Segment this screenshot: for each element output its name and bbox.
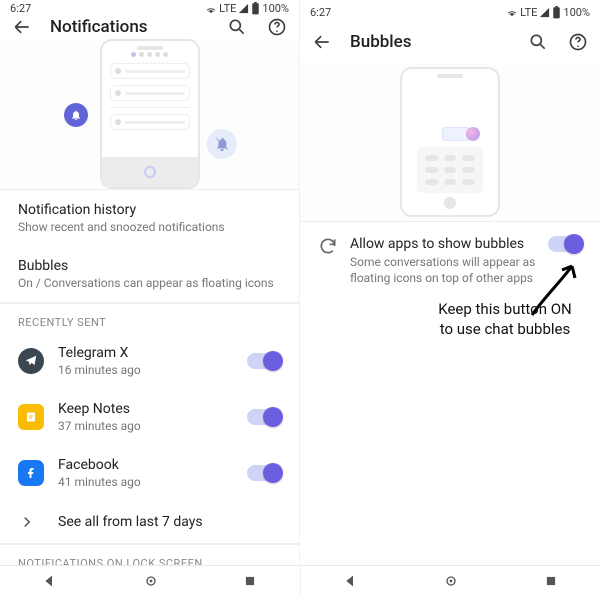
app-name: Telegram X — [58, 345, 233, 361]
facebook-icon — [18, 460, 44, 486]
network-label: LTE — [520, 6, 537, 19]
help-icon[interactable] — [566, 30, 590, 54]
chevron-right-icon — [18, 513, 44, 531]
app-row-keep[interactable]: Keep Notes 37 minutes ago — [0, 389, 299, 445]
clock: 6:27 — [310, 6, 331, 19]
hero-illustration — [300, 62, 600, 222]
battery-icon — [552, 6, 561, 19]
allow-bubbles-toggle[interactable] — [548, 236, 582, 252]
notification-history-item[interactable]: Notification history Show recent and sno… — [0, 190, 299, 246]
item-label: Bubbles — [18, 258, 281, 274]
status-bar: 6:27 LTE 100% — [0, 0, 299, 15]
hotspot-icon — [205, 3, 217, 15]
bubbles-item[interactable]: Bubbles On / Conversations can appear as… — [0, 246, 299, 302]
page-title: Bubbles — [350, 32, 510, 52]
signal-icon — [539, 7, 550, 18]
allow-sub: Some conversations will appear as floati… — [350, 254, 536, 286]
app-name: Facebook — [58, 457, 233, 473]
app-toggle[interactable] — [247, 465, 281, 481]
app-row-telegram[interactable]: Telegram X 16 minutes ago — [0, 333, 299, 389]
item-sub: Show recent and snoozed notifications — [18, 220, 281, 234]
back-icon[interactable] — [310, 30, 334, 54]
nav-bar — [0, 565, 301, 596]
bubbles-screen: 6:27 LTE 100% Bubbles — [300, 0, 600, 565]
hotspot-icon — [506, 6, 518, 18]
app-name: Keep Notes — [58, 401, 233, 417]
annotation-text: Keep this button ON to use chat bubbles — [420, 300, 590, 339]
app-toggle[interactable] — [247, 409, 281, 425]
nav-back-icon[interactable] — [343, 573, 359, 589]
recently-sent-header: Recently sent — [0, 304, 299, 333]
allow-label: Allow apps to show bubbles — [350, 236, 536, 252]
app-row-facebook[interactable]: Facebook 41 minutes ago — [0, 445, 299, 501]
network-label: LTE — [219, 2, 236, 15]
battery-label: 100% — [262, 2, 289, 15]
bell-off-badge-icon — [207, 129, 237, 159]
search-icon[interactable] — [225, 15, 249, 39]
nav-recents-icon[interactable] — [544, 574, 558, 588]
refresh-icon — [318, 236, 338, 256]
item-sub: On / Conversations can appear as floatin… — [18, 276, 281, 290]
notifications-screen: 6:27 LTE 100% Notifications — [0, 0, 300, 565]
back-icon[interactable] — [10, 15, 34, 39]
app-toggle[interactable] — [247, 353, 281, 369]
nav-home-icon[interactable] — [443, 573, 459, 589]
signal-icon — [238, 3, 249, 14]
nav-back-icon[interactable] — [42, 573, 58, 589]
page-title: Notifications — [50, 17, 209, 37]
telegram-icon — [18, 348, 44, 374]
lock-screen-header: Notifications on lock screen — [0, 545, 299, 565]
clock: 6:27 — [10, 2, 31, 15]
app-sub: 41 minutes ago — [58, 475, 233, 489]
nav-bar — [301, 565, 600, 596]
keep-icon — [18, 404, 44, 430]
app-bar: Notifications — [0, 15, 299, 39]
item-label: Notification history — [18, 202, 281, 218]
search-icon[interactable] — [526, 30, 550, 54]
status-bar: 6:27 LTE 100% — [300, 0, 600, 22]
battery-label: 100% — [563, 6, 590, 19]
nav-recents-icon[interactable] — [243, 574, 257, 588]
app-bar: Bubbles — [300, 22, 600, 62]
battery-icon — [251, 2, 260, 15]
see-all-item[interactable]: See all from last 7 days — [0, 501, 299, 543]
nav-home-icon[interactable] — [143, 573, 159, 589]
bell-badge-icon — [64, 103, 88, 127]
hero-illustration — [0, 39, 299, 190]
app-sub: 16 minutes ago — [58, 363, 233, 377]
help-icon[interactable] — [265, 15, 289, 39]
allow-bubbles-row[interactable]: Allow apps to show bubbles Some conversa… — [300, 222, 600, 300]
see-all-label: See all from last 7 days — [58, 514, 281, 530]
app-sub: 37 minutes ago — [58, 419, 233, 433]
